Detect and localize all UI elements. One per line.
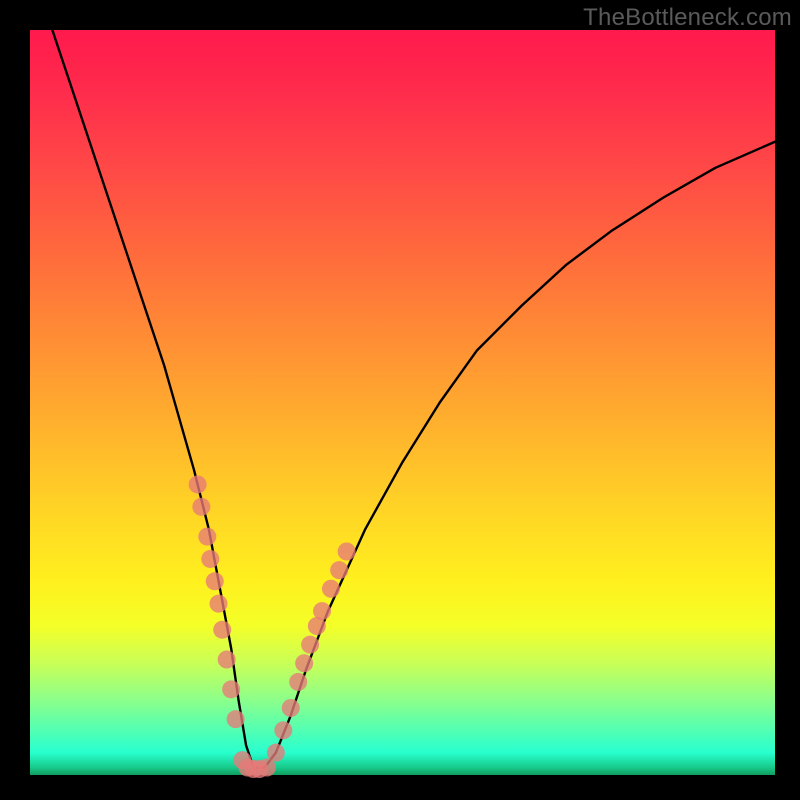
highlight-dot: [267, 744, 285, 762]
highlight-dot: [198, 528, 216, 546]
highlight-dot: [206, 572, 224, 590]
highlight-dot: [274, 721, 292, 739]
highlight-dot: [295, 654, 313, 672]
highlight-dots: [189, 475, 356, 778]
curve-layer: [30, 30, 775, 775]
highlight-dot: [227, 710, 245, 728]
bottleneck-curve: [52, 30, 775, 768]
highlight-dot: [201, 550, 219, 568]
highlight-dot: [338, 543, 356, 561]
plot-area: [30, 30, 775, 775]
highlight-dot: [313, 602, 331, 620]
highlight-dot: [222, 680, 240, 698]
highlight-dot: [213, 621, 231, 639]
highlight-dot: [209, 595, 227, 613]
highlight-dot: [289, 673, 307, 691]
highlight-dot: [218, 651, 236, 669]
highlight-dot: [192, 498, 210, 516]
highlight-dot: [301, 636, 319, 654]
highlight-dot: [189, 475, 207, 493]
watermark-text: TheBottleneck.com: [583, 4, 792, 32]
highlight-dot: [330, 561, 348, 579]
chart-frame: TheBottleneck.com: [0, 0, 800, 800]
highlight-dot: [322, 580, 340, 598]
highlight-dot: [282, 699, 300, 717]
